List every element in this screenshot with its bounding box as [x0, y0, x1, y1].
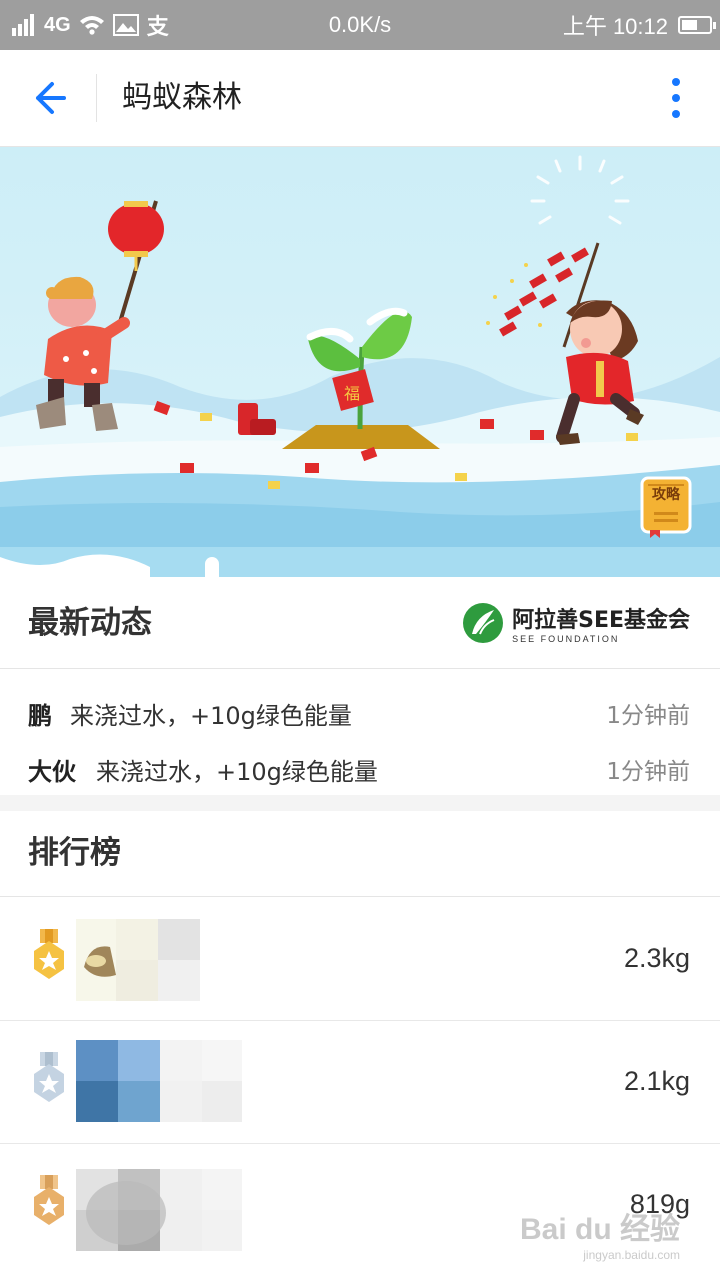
status-bar: 4G 支 0.0K/s 上午 10:12: [0, 0, 720, 50]
avatar: [76, 1169, 242, 1251]
page-title: 蚂蚁森林: [122, 80, 242, 115]
battery-icon: [678, 16, 716, 34]
back-arrow-icon: [36, 82, 66, 114]
avatar: [76, 1040, 242, 1122]
app-bar: 蚂蚁森林: [0, 50, 720, 147]
avatar: [76, 919, 200, 1001]
more-dot-icon: [672, 94, 680, 102]
news-item-action: 来浇过水，+10g绿色能量: [70, 702, 352, 730]
leaderboard-row[interactable]: 2.3kg: [0, 897, 720, 1021]
status-right: 上午 10:12: [562, 0, 716, 50]
appbar-divider: [96, 74, 97, 122]
news-title: 最新动态: [28, 605, 152, 641]
energy-value: 2.1kg: [623, 1066, 690, 1096]
new-year-illustration: 福: [0, 147, 720, 617]
news-item-user: 鹏: [28, 702, 52, 730]
watermark-text: Bai du 经验: [519, 1213, 680, 1246]
news-item-action: 来浇过水，+10g绿色能量: [96, 758, 378, 786]
bronze-medal-icon: [34, 1175, 64, 1225]
see-logo-sub: SEE FOUNDATION: [512, 634, 620, 644]
section-divider: [0, 795, 720, 811]
leaderboard-row[interactable]: 2.1kg: [0, 1020, 720, 1144]
energy-value: 2.3kg: [623, 943, 690, 973]
news-header: 最新动态 阿拉善SEE基金会 SEE FOUNDATION: [0, 578, 720, 669]
news-item: 大伙 来浇过水，+10g绿色能量 1分钟前: [0, 744, 720, 800]
news-item-time: 1分钟前: [606, 759, 690, 785]
fu-character: 福: [344, 384, 360, 403]
gold-medal-icon: [34, 929, 64, 979]
more-dot-icon: [672, 110, 680, 118]
news-item: 鹏 来浇过水，+10g绿色能量 1分钟前: [0, 688, 720, 744]
leaderboard-header: 排行榜: [0, 811, 720, 897]
news-item-user: 大伙: [28, 758, 76, 786]
back-button[interactable]: [22, 74, 76, 122]
guide-button[interactable]: 攻略: [640, 476, 692, 540]
guide-label: 攻略: [652, 487, 680, 503]
see-foundation-logo[interactable]: 阿拉善SEE基金会 SEE FOUNDATION: [462, 600, 690, 646]
more-dot-icon: [672, 78, 680, 86]
forest-banner: 福 攻略: [0, 147, 720, 617]
baidu-jingyan-watermark: Bai du 经验 jingyan.baidu.com: [520, 1204, 680, 1262]
watermark-url: jingyan.baidu.com: [583, 1248, 680, 1262]
clock: 上午 10:12: [562, 14, 668, 39]
see-logo-name: 阿拉善SEE基金会: [512, 608, 690, 633]
news-item-time: 1分钟前: [606, 703, 690, 729]
leaderboard-title: 排行榜: [28, 835, 121, 871]
see-logo-text: 阿拉善SEE基金会 SEE FOUNDATION: [512, 602, 690, 644]
silver-medal-icon: [34, 1052, 64, 1102]
more-menu-button[interactable]: [666, 78, 686, 118]
see-leaf-icon: [463, 603, 504, 643]
